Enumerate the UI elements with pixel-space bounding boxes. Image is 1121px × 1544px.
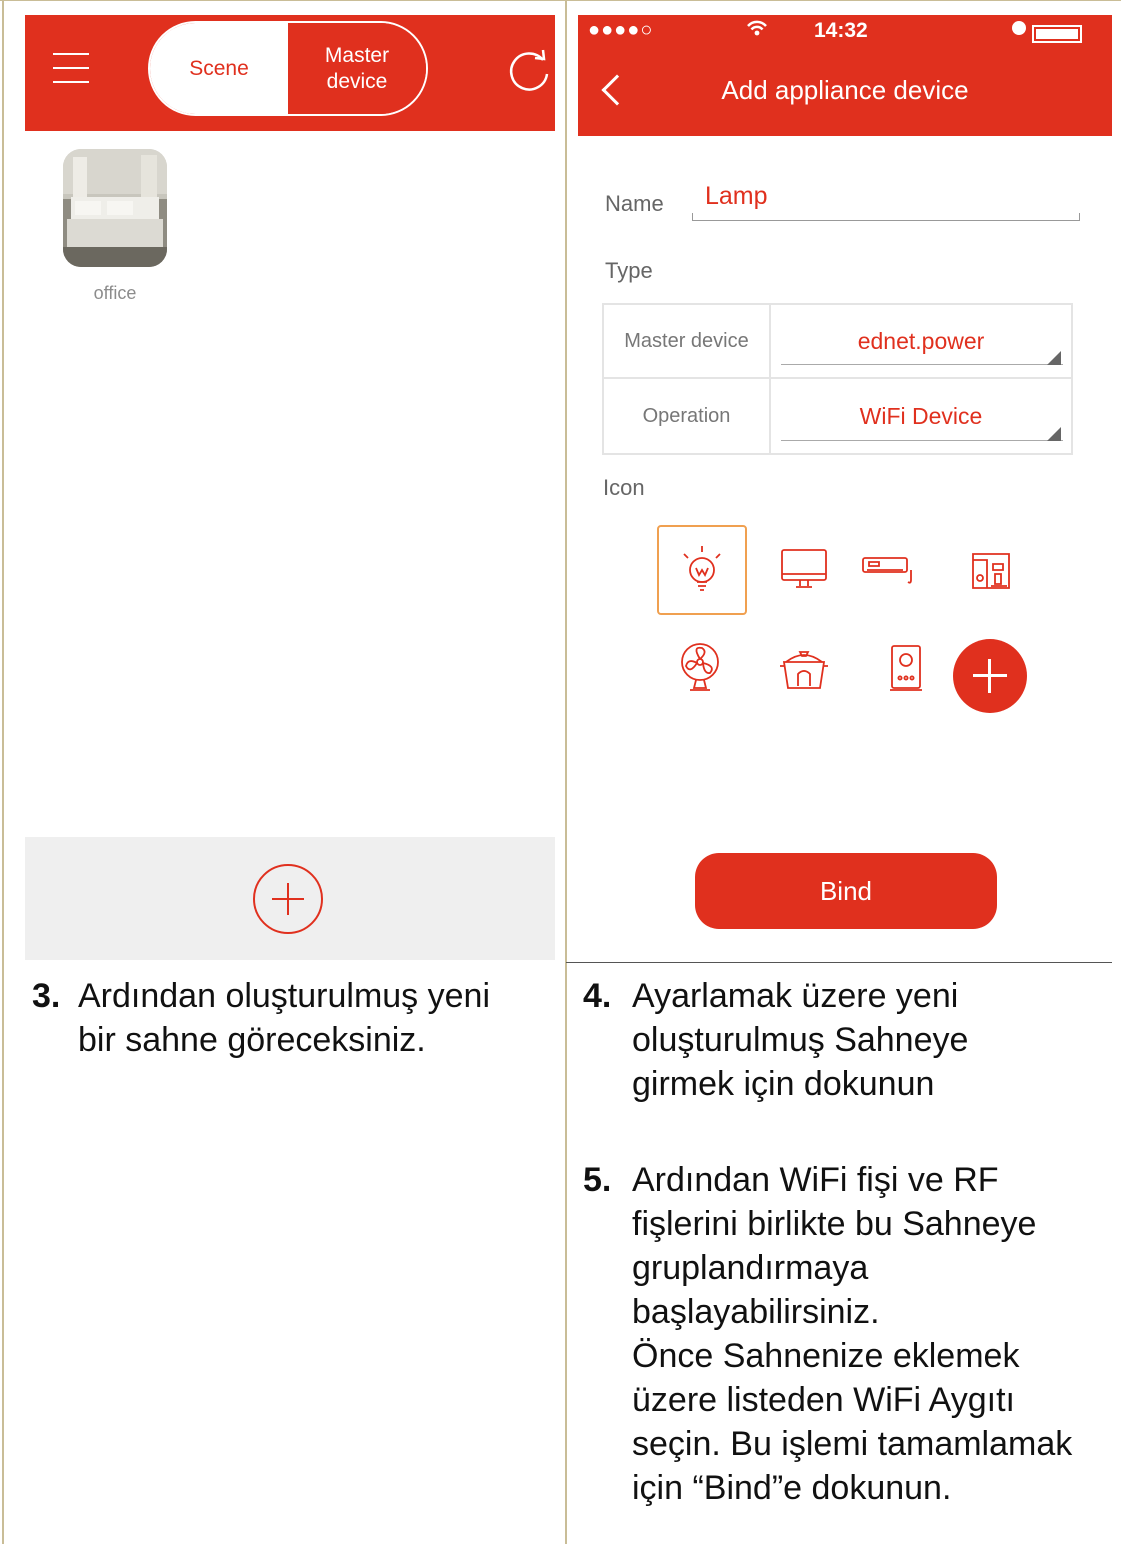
status-bar: ●●●●○ 14:32: [578, 15, 1112, 49]
wifi-icon: [746, 18, 768, 44]
tab-master-device[interactable]: Master device: [288, 23, 426, 114]
name-input-underline: [692, 213, 1080, 221]
caption-line: için “Bind”e dokunun.: [632, 1469, 952, 1507]
frame-border-top: [0, 0, 1121, 1]
type-table: Master device ednet.power Operation WiFi…: [602, 303, 1073, 455]
icon-label: Icon: [603, 475, 645, 500]
fan-icon[interactable]: [657, 625, 747, 715]
tab-scene[interactable]: Scene: [150, 23, 288, 114]
rice-cooker-icon[interactable]: [761, 625, 851, 715]
nav-bar: Add appliance device: [578, 49, 1112, 136]
air-conditioner-icon[interactable]: [846, 525, 936, 615]
type-row-master-device: Master device ednet.power: [604, 305, 1071, 379]
frame-divider: [565, 0, 567, 1544]
caption-line: gruplandırmaya: [632, 1249, 869, 1287]
add-scene-bar: [25, 837, 555, 960]
step-5-number: 5.: [583, 1161, 612, 1199]
bedroom-image-icon: [63, 149, 167, 267]
clock: 14:32: [814, 19, 868, 42]
step-4-text: Ayarlamak üzere yeni oluşturulmuş Sahney…: [632, 974, 968, 1106]
caption-line: seçin. Bu işlemi tamamlamak: [632, 1425, 1073, 1463]
type-label: Type: [605, 258, 653, 283]
type-key: Operation: [604, 379, 771, 453]
alarm-icon: [1010, 18, 1028, 41]
scene-header: Scene Master device: [25, 15, 555, 131]
coffee-machine-icon[interactable]: [948, 525, 1038, 615]
dropdown-corner-icon: [1047, 427, 1061, 441]
caption-line: Önce Sahnenize eklemek: [632, 1337, 1020, 1375]
battery-icon: [1032, 25, 1082, 43]
refresh-icon[interactable]: [505, 48, 553, 96]
add-icon-button[interactable]: [953, 639, 1027, 713]
select-underline: [781, 364, 1063, 365]
scene-list-screen: Scene Master device office: [25, 15, 555, 960]
type-key: Master device: [604, 305, 771, 377]
caption-line: oluşturulmuş Sahneye: [632, 1021, 969, 1059]
page-title: Add appliance device: [721, 75, 969, 105]
step-4-number: 4.: [583, 977, 612, 1015]
scene-master-toggle: Scene Master device: [148, 21, 428, 116]
step-3-text: Ardından oluşturulmuş yeni bir sahne gör…: [78, 974, 490, 1062]
speaker-icon[interactable]: [863, 625, 953, 715]
scene-name: office: [93, 283, 137, 303]
lamp-icon[interactable]: [657, 525, 747, 615]
menu-icon[interactable]: [53, 53, 89, 83]
operation-select[interactable]: WiFi Device: [771, 379, 1071, 453]
caption-line: başlayabilirsiniz.: [632, 1293, 880, 1331]
scene-thumbnail[interactable]: [63, 149, 167, 267]
caption-line: bir sahne göreceksiniz.: [78, 1021, 426, 1059]
add-appliance-screen: ●●●●○ 14:32 Add appliance device Name La…: [578, 15, 1112, 960]
step-3-number: 3.: [32, 977, 61, 1015]
dropdown-corner-icon: [1047, 351, 1061, 365]
caption-line: üzere listeden WiFi Aygıtı: [632, 1381, 1015, 1419]
name-label: Name: [605, 191, 664, 216]
master-device-select[interactable]: ednet.power: [771, 305, 1071, 377]
caption-line: fişlerini birlikte bu Sahneye: [632, 1205, 1037, 1243]
caption-line: girmek için dokunun: [632, 1065, 935, 1103]
step-5-text: Ardından WiFi fişi ve RF fişlerini birli…: [632, 1158, 1072, 1510]
frame-border-left: [2, 0, 4, 1544]
caption-divider: [566, 962, 1112, 963]
monitor-icon[interactable]: [761, 525, 851, 615]
caption-line: Ayarlamak üzere yeni: [632, 977, 959, 1015]
caption-line: Ardından oluşturulmuş yeni: [78, 977, 491, 1015]
select-underline: [781, 440, 1063, 441]
add-scene-button[interactable]: [253, 864, 323, 934]
caption-line: Ardından WiFi fişi ve RF: [632, 1161, 999, 1199]
name-input[interactable]: Lamp: [705, 182, 768, 211]
signal-icon: ●●●●○: [588, 19, 654, 41]
bind-button[interactable]: Bind: [695, 853, 997, 929]
type-row-operation: Operation WiFi Device: [604, 379, 1071, 453]
